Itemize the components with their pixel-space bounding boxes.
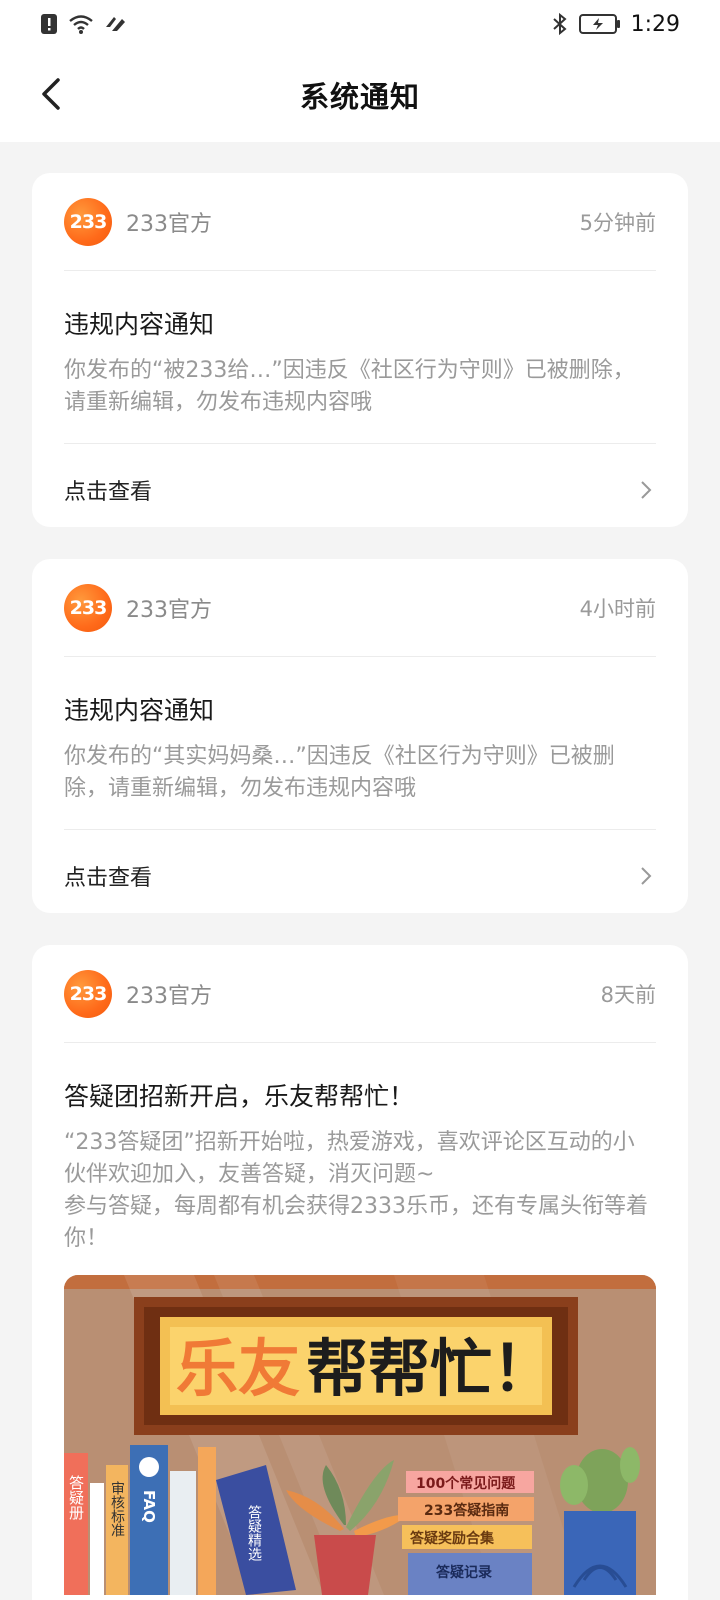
author-name: 233官方 bbox=[126, 597, 212, 623]
notification-title: 答疑团招新开启，乐友帮帮忙！ bbox=[64, 1082, 415, 1111]
timestamp: 5分钟前 bbox=[579, 210, 656, 235]
recruitment-banner[interactable]: 乐友 帮帮忙！ 答疑册 审核标准 FAQ 答疑精选 100个常见问题 233答疑… bbox=[64, 1275, 656, 1595]
official-logo-icon: 233 bbox=[64, 583, 112, 632]
author-name: 233官方 bbox=[126, 211, 212, 237]
notification-body: 你发布的“其实妈妈桑…”因违反《社区行为守则》已被删除，请重新编辑，勿发布违规内… bbox=[64, 741, 656, 805]
battery-icon bbox=[578, 14, 620, 34]
book-label: 100个常见问题 bbox=[416, 1475, 516, 1492]
page-title: 系统通知 bbox=[299, 80, 420, 114]
stacked-books: 100个常见问题 233答疑指南 答疑奖励合集 答疑记录 bbox=[398, 1471, 534, 1595]
book-label: 答疑记录 bbox=[436, 1564, 492, 1581]
body-line: 参与答疑，每周都有机会获得2333乐币，还有专属头衔等着你！ bbox=[64, 1194, 648, 1251]
book-label: 审核标准 bbox=[109, 1481, 125, 1537]
banner-title-orange: 乐友 bbox=[176, 1332, 300, 1405]
banner-illustration: 乐友 帮帮忙！ 答疑册 审核标准 FAQ 答疑精选 100个常见问题 233答疑… bbox=[64, 1275, 656, 1595]
author-name: 233官方 bbox=[126, 983, 212, 1009]
timestamp: 4小时前 bbox=[579, 596, 656, 621]
back-arrow-icon bbox=[42, 78, 60, 110]
wifi-icon bbox=[69, 15, 93, 34]
card-header: 233 233官方 8天前 bbox=[64, 945, 656, 1043]
notification-title: 违规内容通知 bbox=[64, 310, 215, 339]
body-line: “233答疑团”招新开始啦，热爱游戏，喜欢评论区互动的小伙伴欢迎加入，友善答疑，… bbox=[64, 1130, 635, 1187]
banner-title-dark: 帮帮忙！ bbox=[306, 1332, 554, 1405]
book-label: 答疑奖励合集 bbox=[410, 1530, 495, 1547]
body-line: 你发布的“被233给…”因违反《社区行为守则》已被删除，请重新编辑，勿发布违规内… bbox=[64, 358, 635, 415]
view-details-row[interactable]: 点击查看 bbox=[64, 443, 656, 535]
status-left-icons bbox=[40, 13, 128, 35]
view-details-row[interactable]: 点击查看 bbox=[64, 829, 656, 921]
bluetooth-icon bbox=[552, 12, 567, 36]
book-label: FAQ bbox=[140, 1490, 158, 1523]
book-label: 233答疑指南 bbox=[424, 1502, 509, 1519]
header: 系统通知 bbox=[0, 48, 720, 142]
cactus-illustration bbox=[560, 1447, 640, 1595]
view-details-link[interactable]: 点击查看 bbox=[64, 474, 152, 506]
card-header: 233 233官方 5分钟前 bbox=[64, 173, 656, 271]
view-details-link[interactable]: 点击查看 bbox=[64, 860, 152, 892]
notification-card[interactable]: 233 233官方 8天前 答疑团招新开启，乐友帮帮忙！ “233答疑团”招新开… bbox=[32, 945, 688, 1600]
alert-icon bbox=[41, 14, 57, 34]
book-label: 答疑精选 bbox=[246, 1504, 262, 1562]
back-button[interactable] bbox=[30, 72, 70, 116]
status-time: 1:29 bbox=[630, 11, 680, 37]
timestamp: 8天前 bbox=[600, 982, 656, 1007]
card-header: 233 233官方 4小时前 bbox=[64, 559, 656, 657]
body-line: 你发布的“其实妈妈桑…”因违反《社区行为守则》已被删除，请重新编辑，勿发布违规内… bbox=[64, 744, 615, 801]
book-label: 答疑册 bbox=[67, 1475, 85, 1521]
notification-title: 违规内容通知 bbox=[64, 696, 215, 725]
status-bar: 1:29 bbox=[0, 0, 720, 48]
notification-body: “233答疑团”招新开始啦，热爱游戏，喜欢评论区互动的小伙伴欢迎加入，友善答疑，… bbox=[64, 1127, 656, 1255]
official-logo-icon: 233 bbox=[64, 197, 112, 246]
status-right: 1:29 bbox=[551, 12, 680, 37]
chevron-right-icon bbox=[636, 862, 656, 890]
notification-card[interactable]: 233 233官方 5分钟前 违规内容通知 你发布的“被233给…”因违反《社区… bbox=[32, 173, 688, 527]
notification-card[interactable]: 233 233官方 4小时前 违规内容通知 你发布的“其实妈妈桑…”因违反《社区… bbox=[32, 559, 688, 913]
author: 233 233官方 bbox=[64, 969, 212, 1018]
notification-body: 你发布的“被233给…”因违反《社区行为守则》已被删除，请重新编辑，勿发布违规内… bbox=[64, 355, 656, 419]
signal-icon bbox=[106, 17, 125, 31]
official-logo-icon: 233 bbox=[64, 969, 112, 1018]
author: 233 233官方 bbox=[64, 583, 212, 632]
chevron-right-icon bbox=[636, 476, 656, 504]
author: 233 233官方 bbox=[64, 197, 212, 246]
